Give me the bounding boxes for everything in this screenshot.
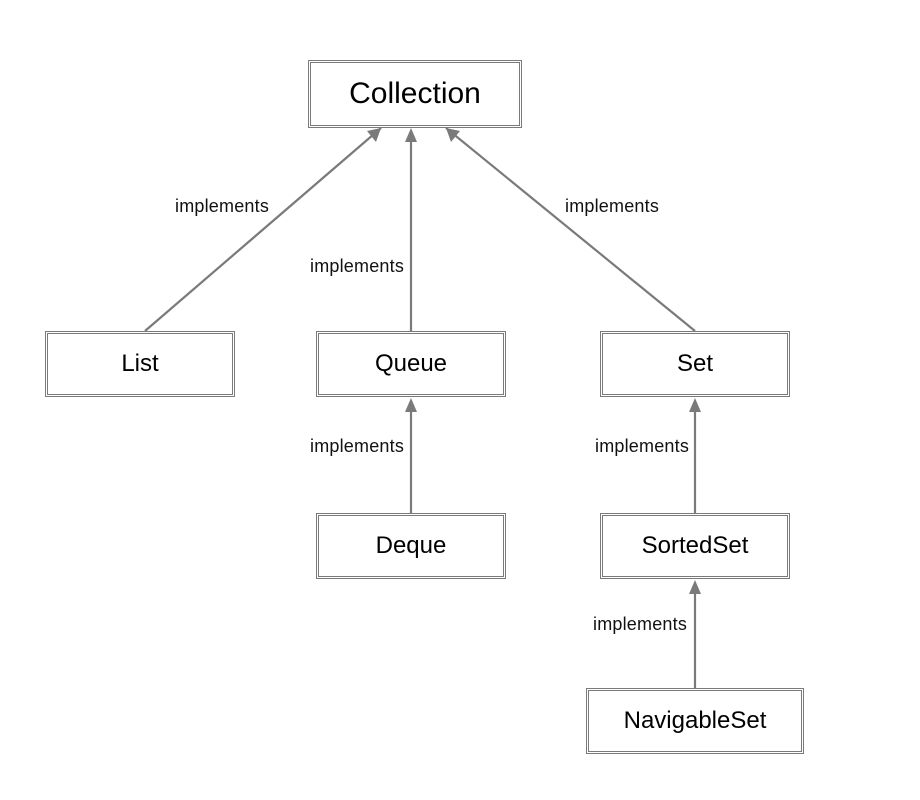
node-set: Set bbox=[600, 331, 790, 397]
edge-label-queue-collection: implements bbox=[310, 256, 404, 277]
node-collection: Collection bbox=[308, 60, 522, 128]
node-sortedset: SortedSet bbox=[600, 513, 790, 579]
node-label: SortedSet bbox=[642, 532, 749, 560]
edge-label-navigableset-sortedset: implements bbox=[593, 614, 687, 635]
node-list: List bbox=[45, 331, 235, 397]
node-label: Deque bbox=[376, 532, 447, 560]
edge-label-deque-queue: implements bbox=[310, 436, 404, 457]
edge-sortedset-set bbox=[689, 398, 701, 513]
node-queue: Queue bbox=[316, 331, 506, 397]
node-label: NavigableSet bbox=[624, 707, 767, 735]
node-label: Collection bbox=[349, 77, 481, 111]
edge-label-list-collection: implements bbox=[175, 196, 269, 217]
diagram-canvas: Collection List Queue Set Deque SortedSe… bbox=[0, 0, 920, 800]
node-label: List bbox=[121, 350, 158, 378]
node-deque: Deque bbox=[316, 513, 506, 579]
edge-deque-queue bbox=[405, 398, 417, 513]
edge-label-set-collection: implements bbox=[565, 196, 659, 217]
node-label: Queue bbox=[375, 350, 447, 378]
node-label: Set bbox=[677, 350, 713, 378]
edge-label-sortedset-set: implements bbox=[595, 436, 689, 457]
edge-queue-collection bbox=[405, 128, 417, 331]
edge-list-collection bbox=[145, 128, 381, 331]
edge-navigableset-sortedset bbox=[689, 580, 701, 688]
edge-set-collection bbox=[446, 128, 695, 331]
node-navigableset: NavigableSet bbox=[586, 688, 804, 754]
